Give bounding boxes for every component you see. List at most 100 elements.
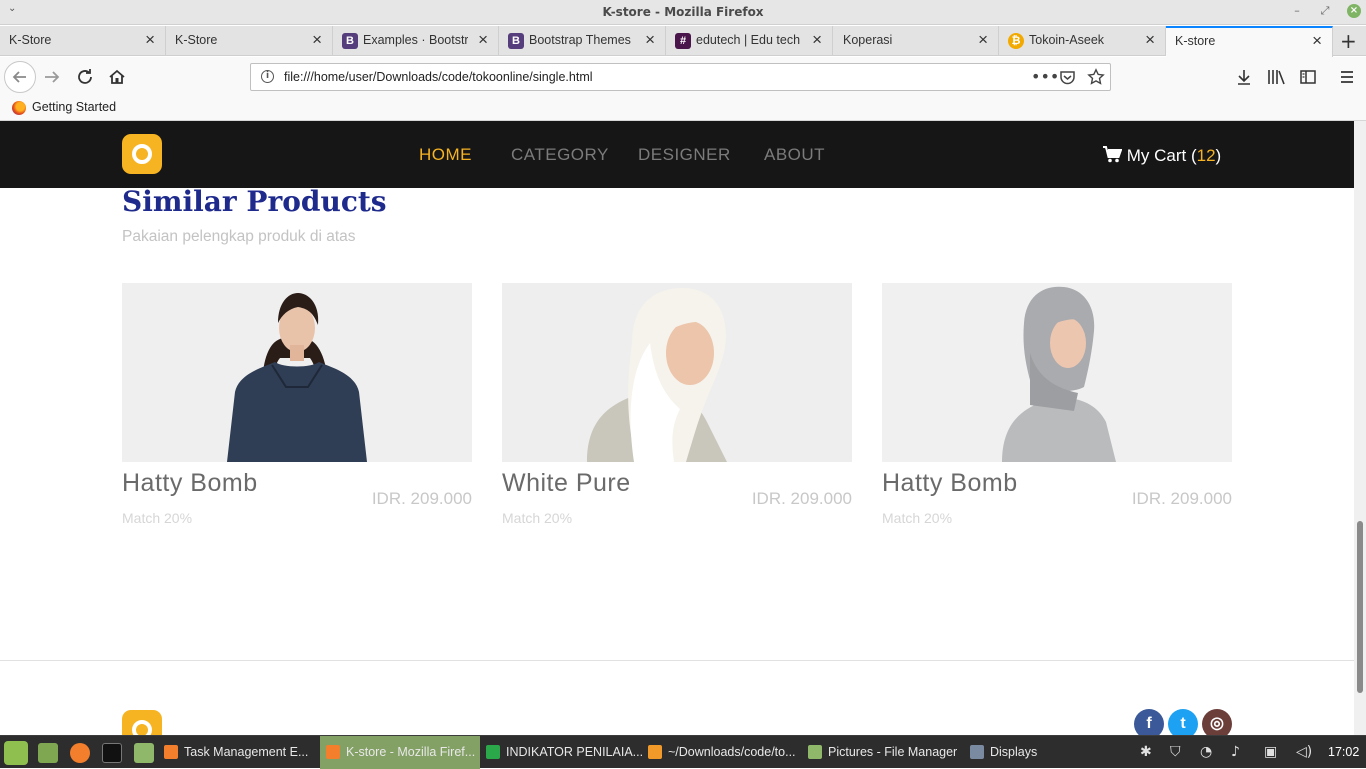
bookmark-getting-started[interactable]: Getting Started [32, 100, 116, 114]
tab-close-icon[interactable]: × [312, 31, 322, 49]
tab-k-store-1[interactable]: K-Store × [0, 26, 166, 56]
wifi-icon[interactable]: ◔ [1200, 744, 1212, 760]
site-info-icon[interactable]: i [261, 70, 274, 83]
taskbar-label: INDIKATOR PENILAIA... [506, 745, 644, 759]
folder-icon [808, 745, 822, 759]
tab-close-icon[interactable]: × [812, 31, 822, 49]
taskbar-label: Task Management E... [184, 745, 309, 759]
forward-button[interactable] [40, 65, 64, 89]
product-price: IDR. 209.000 [371, 489, 472, 508]
taskbar-label: Displays [990, 745, 1038, 759]
product-card[interactable]: Hatty Bomb IDR. 209.000 Match 20% [122, 283, 472, 543]
logo-icon[interactable] [122, 134, 162, 174]
product-image[interactable] [122, 283, 472, 462]
tab-bootstrap-themes[interactable]: B Bootstrap Themes × [499, 26, 666, 56]
product-name[interactable]: Hatty Bomb [882, 469, 1018, 498]
product-card[interactable]: Hatty Bomb IDR. 209.000 Match 20% [882, 283, 1232, 543]
nav-home[interactable]: HOME [419, 145, 472, 165]
tab-close-icon[interactable]: × [645, 31, 655, 49]
tab-close-icon[interactable]: × [978, 31, 988, 49]
hamburger-menu-icon[interactable] [1338, 68, 1356, 86]
scrollbar-thumb[interactable] [1357, 521, 1363, 693]
similar-products-title: Similar Products [122, 185, 387, 218]
tab-k-store-2[interactable]: K-Store × [166, 26, 333, 56]
nav-category[interactable]: CATEGORY [511, 145, 609, 165]
tab-tokoin-aseek[interactable]: ₿ Tokoin-Aseek × [999, 26, 1166, 56]
downloads-icon[interactable] [1235, 68, 1253, 86]
reload-button[interactable] [73, 65, 97, 89]
home-icon [109, 69, 125, 84]
bookmarks-toolbar: Getting Started [0, 97, 1366, 121]
page-viewport: HOME CATEGORY DESIGNER ABOUT My Cart (12… [0, 121, 1354, 735]
product-image[interactable] [882, 283, 1232, 462]
taskbar-label: ~/Downloads/code/to... [668, 745, 796, 759]
library-icon[interactable] [1266, 68, 1286, 86]
nav-about[interactable]: ABOUT [764, 145, 825, 165]
tab-label: edutech | Edu tech [696, 33, 801, 47]
firefox-icon [12, 101, 26, 115]
bluetooth-icon[interactable]: ✱ [1140, 744, 1152, 760]
firefox-launcher-icon[interactable] [70, 743, 90, 763]
terminal-icon[interactable] [102, 743, 122, 763]
show-desktop-icon[interactable] [38, 743, 58, 763]
taskbar-displays[interactable]: Displays [964, 736, 1064, 769]
facebook-icon[interactable]: f [1134, 709, 1164, 735]
url-bar[interactable]: i file:///home/user/Downloads/code/tokoo… [250, 63, 1111, 91]
taskbar-k-store[interactable]: K-store - Mozilla Firef... [320, 736, 480, 769]
notifications-icon[interactable]: ♪ [1231, 744, 1240, 760]
tab-k-store-active[interactable]: K-store × [1166, 26, 1333, 57]
tab-label: Bootstrap Themes [529, 33, 631, 47]
window-title: K-store - Mozilla Firefox [602, 5, 764, 19]
page-scrollbar[interactable] [1354, 121, 1366, 735]
back-arrow-icon [12, 71, 26, 83]
bookmark-star-icon[interactable] [1087, 68, 1105, 86]
site-header: HOME CATEGORY DESIGNER ABOUT My Cart (12… [0, 121, 1354, 188]
maximize-button[interactable]: ⤢ [1318, 4, 1332, 18]
product-card[interactable]: White Pure IDR. 209.000 Match 20% [502, 283, 852, 543]
tab-close-icon[interactable]: × [145, 31, 155, 49]
tab-close-icon[interactable]: × [1312, 32, 1322, 50]
volume-icon[interactable]: ◁) [1296, 744, 1312, 760]
tab-bootstrap-examples[interactable]: B Examples · Bootstr × [333, 26, 499, 56]
cart-label: My Cart ( [1126, 146, 1197, 165]
taskbar-indikator[interactable]: INDIKATOR PENILAIA... [480, 736, 644, 769]
cart-button[interactable]: My Cart (12) [1103, 144, 1221, 166]
product-name[interactable]: White Pure [502, 469, 631, 498]
pocket-icon[interactable] [1059, 69, 1076, 86]
product-name[interactable]: Hatty Bomb [122, 469, 258, 498]
page-actions-icon[interactable]: ••• [1031, 67, 1059, 86]
taskbar-sublime[interactable]: ~/Downloads/code/to... [642, 736, 802, 769]
similar-products-subtitle: Pakaian pelengkap produk di atas [122, 228, 356, 245]
clock[interactable]: 17:02 [1328, 745, 1359, 759]
footer-logo-icon[interactable] [122, 710, 162, 735]
product-price: IDR. 209.000 [1131, 489, 1232, 508]
tab-close-icon[interactable]: × [1145, 31, 1155, 49]
url-text[interactable]: file:///home/user/Downloads/code/tokoonl… [284, 70, 593, 84]
tab-edutech[interactable]: # edutech | Edu tech × [666, 26, 833, 56]
product-image[interactable] [502, 283, 852, 462]
new-tab-icon[interactable]: + [1340, 29, 1357, 53]
home-button[interactable] [105, 65, 129, 89]
back-button[interactable] [4, 61, 36, 93]
twitter-icon[interactable]: t [1168, 709, 1198, 735]
bitcoin-icon: ₿ [1008, 33, 1024, 49]
sublime-text-icon [648, 745, 662, 759]
minimize-button[interactable]: – [1290, 4, 1304, 18]
close-window-button[interactable]: × [1347, 4, 1361, 18]
mint-menu-icon[interactable] [4, 741, 28, 765]
battery-icon[interactable]: ▣ [1264, 744, 1277, 760]
instagram-icon[interactable]: ◎ [1202, 709, 1232, 735]
tab-koperasi[interactable]: Koperasi × [833, 26, 999, 56]
slack-icon: # [675, 33, 691, 49]
sidebar-icon[interactable] [1299, 68, 1317, 86]
taskbar-task-management[interactable]: Task Management E... [158, 736, 320, 769]
shopping-cart-icon [1103, 146, 1123, 163]
nav-designer[interactable]: DESIGNER [638, 145, 731, 165]
reload-icon [78, 69, 92, 84]
navigation-toolbar: i file:///home/user/Downloads/code/tokoo… [0, 57, 1366, 97]
files-icon[interactable] [134, 743, 154, 763]
taskbar-file-manager[interactable]: Pictures - File Manager [802, 736, 964, 769]
tab-close-icon[interactable]: × [478, 31, 488, 49]
shield-icon[interactable]: ⛉ [1170, 744, 1181, 760]
product-match: Match 20% [502, 510, 573, 526]
